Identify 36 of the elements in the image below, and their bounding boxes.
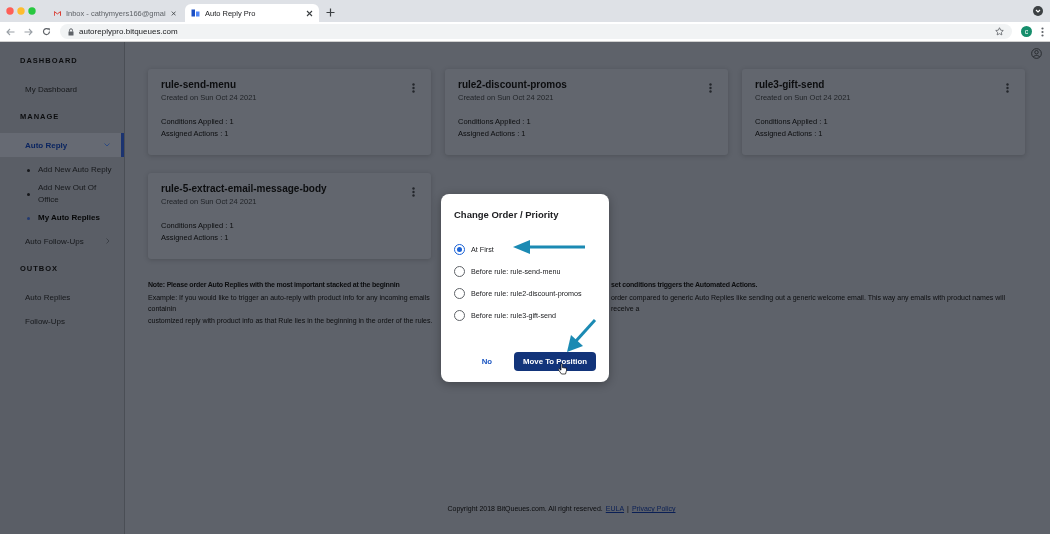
arrow-icon bbox=[513, 240, 586, 254]
sidebar-item[interactable]: Auto Replies bbox=[0, 285, 124, 309]
rule-name: rule-send-menu bbox=[161, 79, 237, 90]
url-text: autoreplypro.bitqueues.com bbox=[79, 27, 179, 36]
sidebar-subitem[interactable]: Add New Out Of Office bbox=[0, 179, 124, 209]
tab-search-icon[interactable] bbox=[1033, 6, 1043, 16]
back-icon[interactable] bbox=[6, 27, 15, 36]
lock-icon[interactable] bbox=[68, 27, 74, 36]
menu-icon[interactable] bbox=[1041, 26, 1044, 37]
address-bar[interactable]: autoreplypro.bitqueues.com bbox=[60, 24, 1012, 39]
bullet-icon bbox=[27, 216, 30, 220]
rule-name: rule3-gift-send bbox=[755, 79, 826, 90]
more-options-icon[interactable] bbox=[1006, 83, 1009, 93]
rule-name: rule-5-extract-email-message-body bbox=[161, 183, 327, 194]
star-icon[interactable] bbox=[995, 27, 1004, 36]
more-options-icon[interactable] bbox=[412, 187, 415, 197]
forward-icon[interactable] bbox=[24, 27, 33, 36]
hand-cursor-icon bbox=[558, 363, 567, 375]
new-tab-icon[interactable] bbox=[326, 8, 335, 17]
reload-icon[interactable] bbox=[42, 27, 51, 36]
dialog-title: Change Order / Priority bbox=[454, 209, 560, 220]
arrow-icon bbox=[565, 319, 597, 353]
sidebar-subitem[interactable]: My Auto Replies bbox=[0, 209, 124, 227]
sidebar-item[interactable]: My Dashboard bbox=[0, 77, 124, 101]
sidebar-subitem[interactable]: Add New Auto Reply bbox=[0, 161, 124, 179]
more-options-icon[interactable] bbox=[412, 83, 415, 93]
more-options-icon[interactable] bbox=[709, 83, 712, 93]
bullet-icon bbox=[27, 168, 30, 172]
sidebar-item[interactable]: Follow-Ups bbox=[0, 309, 124, 333]
sidebar-item[interactable]: Auto Reply bbox=[0, 133, 124, 157]
rule-name: rule2-discount-promos bbox=[458, 79, 567, 90]
app-logo-icon bbox=[191, 9, 200, 17]
bullet-icon bbox=[27, 192, 30, 196]
sidebar-item[interactable]: Auto Follow-Ups bbox=[0, 229, 124, 253]
mail-icon bbox=[54, 9, 61, 17]
close-icon[interactable] bbox=[306, 9, 313, 17]
